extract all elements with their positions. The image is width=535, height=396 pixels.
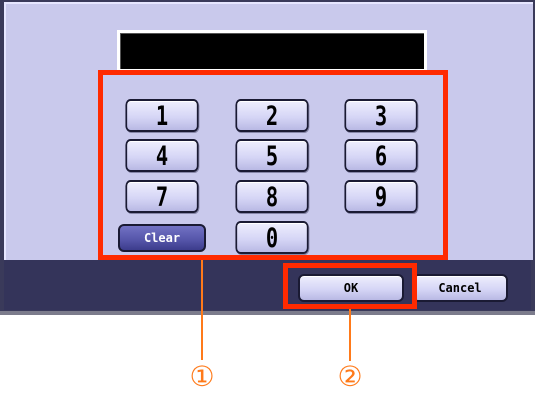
key-4[interactable]: 4	[125, 139, 199, 172]
key-3-label: 3	[374, 100, 388, 131]
key-1-label: 1	[155, 100, 169, 131]
key-2[interactable]: 2	[235, 99, 309, 132]
key-9-label: 9	[374, 181, 388, 212]
key-1[interactable]: 1	[125, 99, 199, 132]
keypad-callout-line	[201, 260, 203, 360]
key-8[interactable]: 8	[235, 180, 309, 213]
panel-bottom-border	[0, 311, 535, 315]
key-7-label: 7	[155, 181, 169, 212]
key-7[interactable]: 7	[125, 180, 199, 213]
key-5-label: 5	[265, 140, 279, 171]
keypad-callout-marker: ①	[189, 360, 215, 393]
cancel-button[interactable]: Cancel	[412, 274, 508, 302]
number-display	[117, 30, 427, 72]
key-0[interactable]: 0	[235, 221, 309, 254]
ok-button[interactable]: OK	[298, 274, 404, 302]
clear-button[interactable]: Clear	[118, 224, 206, 252]
key-5[interactable]: 5	[235, 139, 309, 172]
key-3[interactable]: 3	[344, 99, 418, 132]
key-0-label: 0	[265, 222, 279, 253]
key-2-label: 2	[265, 100, 279, 131]
ok-callout-line	[349, 309, 351, 361]
key-4-label: 4	[155, 140, 169, 171]
key-6-label: 6	[374, 140, 388, 171]
key-8-label: 8	[265, 181, 279, 212]
key-6[interactable]: 6	[344, 139, 418, 172]
key-9[interactable]: 9	[344, 180, 418, 213]
ok-callout-marker: ②	[337, 360, 363, 393]
